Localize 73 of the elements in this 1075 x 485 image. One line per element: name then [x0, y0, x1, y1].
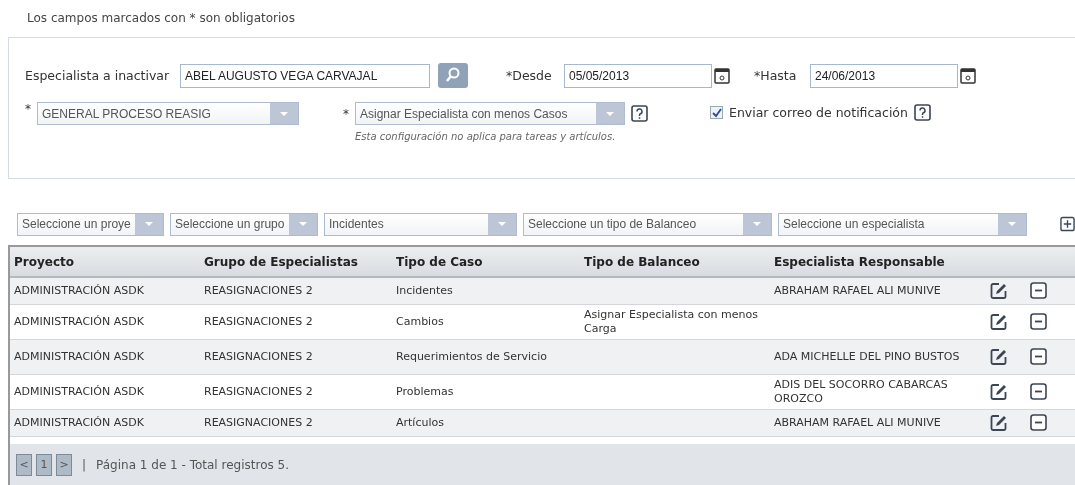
specialist-field[interactable]: ABEL AUGUSTO VEGA CARVAJAL — [180, 63, 430, 88]
dropdown[interactable]: Incidentes — [324, 212, 517, 236]
edit-icon[interactable] — [990, 312, 1008, 331]
column-header: Tipo de Caso — [392, 247, 580, 277]
help-icon[interactable] — [913, 104, 931, 121]
calendar-icon[interactable] — [714, 67, 730, 84]
remove-icon[interactable] — [1030, 348, 1047, 365]
column-header: Tipo de Balanceo — [580, 247, 770, 277]
required-mark: * — [25, 102, 31, 116]
table-cell: REASIGNACIONES 2 — [200, 339, 392, 374]
page-button[interactable]: > — [56, 453, 72, 476]
dropdown[interactable]: Asignar Especialista con menos Casos — [355, 102, 625, 125]
search-icon — [445, 67, 461, 84]
checkbox[interactable] — [710, 106, 723, 119]
table-cell: ABRAHAM RAFAEL ALI MUNIVE — [770, 277, 986, 304]
table-cell: ADMINISTRACIÓN ASDK — [10, 339, 200, 374]
date-field[interactable]: 24/06/2013 — [810, 63, 958, 88]
edit-icon[interactable] — [990, 413, 1008, 432]
table-cell: ADMINISTRACIÓN ASDK — [10, 374, 200, 409]
table-cell: Problemas — [392, 374, 580, 409]
caret-icon — [279, 110, 289, 117]
table-cell: Incidentes — [392, 277, 580, 304]
page-button[interactable]: < — [16, 453, 32, 476]
remove-icon[interactable] — [1030, 383, 1047, 400]
dropdown[interactable]: Seleccione un especialista — [778, 212, 1027, 236]
column-header: Proyecto — [10, 247, 200, 277]
table-cell: Asignar Especialista con menos Carga — [580, 304, 770, 339]
search-button[interactable] — [438, 63, 468, 88]
table-cell: REASIGNACIONES 2 — [200, 277, 392, 304]
date-field[interactable]: 05/05/2013 — [564, 63, 712, 88]
dropdown[interactable]: Seleccione un tipo de Balanceo — [523, 212, 772, 236]
field-label: *Desde — [506, 68, 553, 83]
table-cell: ADMINISTRACIÓN ASDK — [10, 409, 200, 436]
remove-icon[interactable] — [1030, 282, 1047, 300]
table-cell: ADMINISTRACIÓN ASDK — [10, 277, 200, 304]
table-cell: Requerimientos de Servicio — [392, 339, 580, 374]
table-cell: ADA MICHELLE DEL PINO BUSTOS — [770, 339, 986, 374]
page-button[interactable]: 1 — [36, 453, 52, 476]
caret-icon — [1007, 221, 1017, 227]
caret-icon — [497, 221, 507, 227]
table-cell: REASIGNACIONES 2 — [200, 409, 392, 436]
add-icon[interactable] — [1060, 216, 1075, 232]
required-note: Los campos marcados con * son obligatorios — [26, 10, 296, 27]
column-header: Especialista Responsable — [770, 247, 986, 277]
remove-icon[interactable] — [1030, 414, 1047, 431]
hint-text: Esta configuración no aplica para tareas y artículos. — [354, 131, 617, 142]
edit-icon[interactable] — [990, 382, 1008, 401]
calendar-icon[interactable] — [960, 67, 976, 84]
caret-icon — [605, 110, 615, 117]
dropdown[interactable]: Seleccione un proye — [17, 212, 164, 236]
edit-icon[interactable] — [990, 347, 1008, 366]
separator: | — [82, 457, 87, 472]
dropdown[interactable]: GENERAL PROCESO REASIG — [37, 102, 299, 125]
table-cell: Artículos — [392, 409, 580, 436]
caret-icon — [144, 221, 154, 227]
page-summary: Página 1 de 1 - Total registros 5. — [96, 457, 289, 472]
checkbox-label: Enviar correo de notificación — [729, 105, 908, 120]
column-header: Grupo de Especialistas — [200, 247, 392, 277]
table-cell: ADMINISTRACIÓN ASDK — [10, 304, 200, 339]
required-mark: * — [343, 106, 349, 121]
dropdown[interactable]: Seleccione un grupo — [170, 212, 318, 236]
help-icon[interactable] — [631, 105, 648, 122]
field-label: *Hasta — [754, 68, 798, 83]
table-cell: REASIGNACIONES 2 — [200, 304, 392, 339]
table-cell: ABRAHAM RAFAEL ALI MUNIVE — [770, 409, 986, 436]
remove-icon[interactable] — [1030, 313, 1047, 330]
caret-icon — [298, 221, 308, 227]
table-cell: REASIGNACIONES 2 — [200, 374, 392, 409]
table-cell: Cambios — [392, 304, 580, 339]
field-label: Especialista a inactivar — [25, 68, 171, 83]
table-cell: ADIS DEL SOCORRO CABARCAS OROZCO — [770, 374, 986, 409]
edit-icon[interactable] — [990, 281, 1008, 300]
caret-icon — [752, 221, 762, 227]
